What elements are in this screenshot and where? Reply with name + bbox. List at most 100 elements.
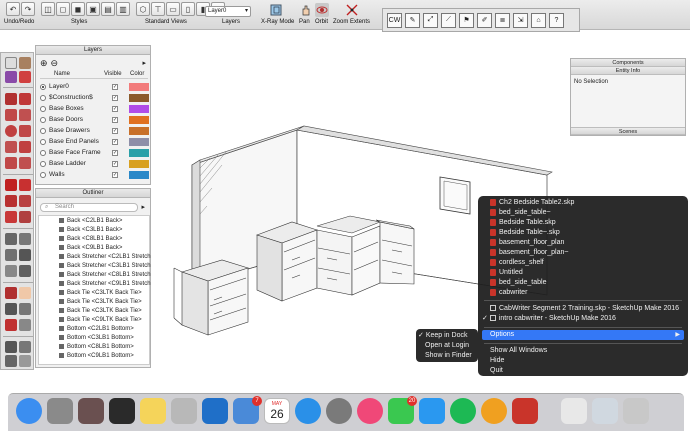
layer-color-swatch[interactable] <box>129 93 149 102</box>
style-xray-icon[interactable]: ◫ <box>41 2 55 16</box>
outliner-item[interactable]: Back Tie <C3LTK Back Tie> <box>59 289 151 298</box>
visible-checkbox[interactable]: ✓ <box>112 171 118 178</box>
active-layer-radio[interactable] <box>40 171 46 178</box>
arrows-icon[interactable]: ⤢ <box>423 12 438 28</box>
downloads-stack-icon[interactable] <box>592 398 618 424</box>
style-wireframe-icon[interactable]: ◻ <box>56 2 70 16</box>
push-pull-icon[interactable] <box>19 179 31 191</box>
zoom-extents-icon[interactable] <box>345 3 359 17</box>
recent-file-item[interactable]: basement_floor_plan~ <box>490 248 568 258</box>
outliner-item[interactable]: Back Tie <C3LTK Back Tie> <box>59 307 151 316</box>
preview-icon[interactable] <box>171 398 197 424</box>
spotify-icon[interactable] <box>450 398 476 424</box>
active-layer-radio[interactable] <box>40 94 46 101</box>
layer-row[interactable]: $Construction$ ✓ <box>40 93 149 102</box>
outliner-item[interactable]: Bottom <C8LB1 Bottom> <box>59 343 151 352</box>
export-icon[interactable]: ⇲ <box>513 12 528 28</box>
layer-row[interactable]: Base Face Frame ✓ <box>40 148 149 157</box>
finder-icon[interactable] <box>16 398 42 424</box>
zoom-tool-icon[interactable] <box>5 303 17 315</box>
name-column-header[interactable]: Name <box>54 71 104 78</box>
view-right-icon[interactable]: ▯ <box>181 2 195 16</box>
outliner-item[interactable]: Back <C2LB1 Back> <box>59 217 151 226</box>
axes-tool-icon[interactable] <box>5 265 17 277</box>
layer-row[interactable]: Base Drawers ✓ <box>40 126 149 135</box>
quit-item[interactable]: Quit <box>490 366 503 375</box>
zoom-window-icon[interactable] <box>19 303 31 315</box>
protractor-icon[interactable] <box>5 249 17 261</box>
layers-details-icon[interactable]: ▸ <box>142 59 146 67</box>
show-all-windows-item[interactable]: Show All Windows <box>490 346 547 356</box>
entity-info-title[interactable]: Entity Info <box>571 67 685 75</box>
activity-monitor-icon[interactable] <box>109 398 135 424</box>
add-layer-icon[interactable]: ⊕ <box>40 59 48 68</box>
active-layer-radio[interactable] <box>40 160 46 167</box>
zoom-extents-tool-icon[interactable] <box>5 319 17 331</box>
ruler-icon[interactable]: ⟋ <box>441 12 456 28</box>
recent-file-item[interactable]: Untitled <box>490 268 523 278</box>
look-around-icon[interactable] <box>5 355 17 367</box>
component-tool-icon[interactable] <box>19 57 31 69</box>
recent-file-item[interactable]: bed_side_table <box>490 278 547 288</box>
text-tool-icon[interactable] <box>19 249 31 261</box>
circle-tool-icon[interactable] <box>5 125 17 137</box>
calendar-icon[interactable]: MAY 26 <box>264 398 290 424</box>
outliner-item[interactable]: Back Stretcher <C3LB1 Stretch <box>59 262 151 271</box>
outliner-details-icon[interactable]: ▸ <box>141 203 145 211</box>
visible-checkbox[interactable]: ✓ <box>112 116 118 123</box>
outliner-item[interactable]: Back Stretcher <C8LB1 Stretch <box>59 271 151 280</box>
components-title[interactable]: Components <box>571 59 685 67</box>
rotated-rectangle-icon[interactable] <box>19 109 31 121</box>
arc-tool-icon[interactable] <box>5 141 17 153</box>
visible-checkbox[interactable]: ✓ <box>112 105 118 112</box>
view-top-icon[interactable]: ⊤ <box>151 2 165 16</box>
active-layer-radio[interactable] <box>40 105 46 112</box>
pan-icon[interactable] <box>299 3 313 17</box>
pie-tool-icon[interactable] <box>19 157 31 169</box>
two-point-arc-icon[interactable] <box>19 141 31 153</box>
active-layer-radio[interactable] <box>40 138 46 145</box>
pan-tool-icon[interactable] <box>19 287 31 299</box>
move-tool-icon[interactable] <box>5 179 17 191</box>
style-shaded-icon[interactable]: ▣ <box>86 2 100 16</box>
layer-color-swatch[interactable] <box>129 126 149 135</box>
walk-tool-icon[interactable] <box>19 341 31 353</box>
tag-icon[interactable]: ⌂ <box>531 12 546 28</box>
3d-text-icon[interactable] <box>19 265 31 277</box>
orbit-icon[interactable] <box>315 3 329 17</box>
window-item-intro-cabwriter[interactable]: ✓ intro cabwriter - SketchUp Make 2016 <box>482 314 616 324</box>
recent-file-item[interactable]: cordless_shelf <box>490 258 544 268</box>
active-layer-radio[interactable] <box>40 149 46 156</box>
show-in-finder-item[interactable]: Show in Finder <box>425 351 472 361</box>
visible-checkbox[interactable]: ✓ <box>112 94 118 101</box>
recent-file-item[interactable]: cabwriter <box>490 288 527 298</box>
outliner-search-input[interactable]: ⌕ Search <box>40 203 138 212</box>
visible-checkbox[interactable]: ✓ <box>112 127 118 134</box>
layer-color-swatch[interactable] <box>129 170 149 179</box>
active-layer-radio[interactable] <box>40 116 46 123</box>
tape-measure-icon[interactable] <box>5 233 17 245</box>
keep-in-dock-item[interactable]: ✓ Keep in Dock <box>418 331 467 341</box>
documents-stack-icon[interactable] <box>561 398 587 424</box>
offset-tool-icon[interactable] <box>19 211 31 223</box>
scenes-title[interactable]: Scenes <box>571 127 685 135</box>
mail-stamps-icon[interactable]: 7 <box>233 396 262 424</box>
recent-file-item[interactable]: Bedside Table~.skp <box>490 228 560 238</box>
outliner-item[interactable]: Bottom <C9LB1 Bottom> <box>59 352 151 361</box>
launchpad-icon[interactable] <box>47 398 73 424</box>
layer-color-swatch[interactable] <box>129 137 149 146</box>
visible-checkbox[interactable]: ✓ <box>112 160 118 167</box>
delete-layer-icon[interactable]: ⊖ <box>51 59 59 68</box>
rectangle-tool-icon[interactable] <box>5 109 17 121</box>
recent-file-item[interactable]: Bedside Table.skp <box>490 218 556 228</box>
layer-dropdown[interactable]: Layer0 ▾ <box>205 6 251 17</box>
active-layer-radio[interactable] <box>40 83 46 90</box>
visible-checkbox[interactable]: ✓ <box>112 149 118 156</box>
line-tool-icon[interactable] <box>5 93 17 105</box>
visible-checkbox[interactable]: ✓ <box>112 138 118 145</box>
messages-icon[interactable]: 20 <box>388 396 417 424</box>
sketchup-icon[interactable] <box>512 398 538 424</box>
cabwriter-cw-icon[interactable]: CW <box>387 12 402 28</box>
safari-icon[interactable] <box>295 398 321 424</box>
view-front-icon[interactable]: ▭ <box>166 2 180 16</box>
